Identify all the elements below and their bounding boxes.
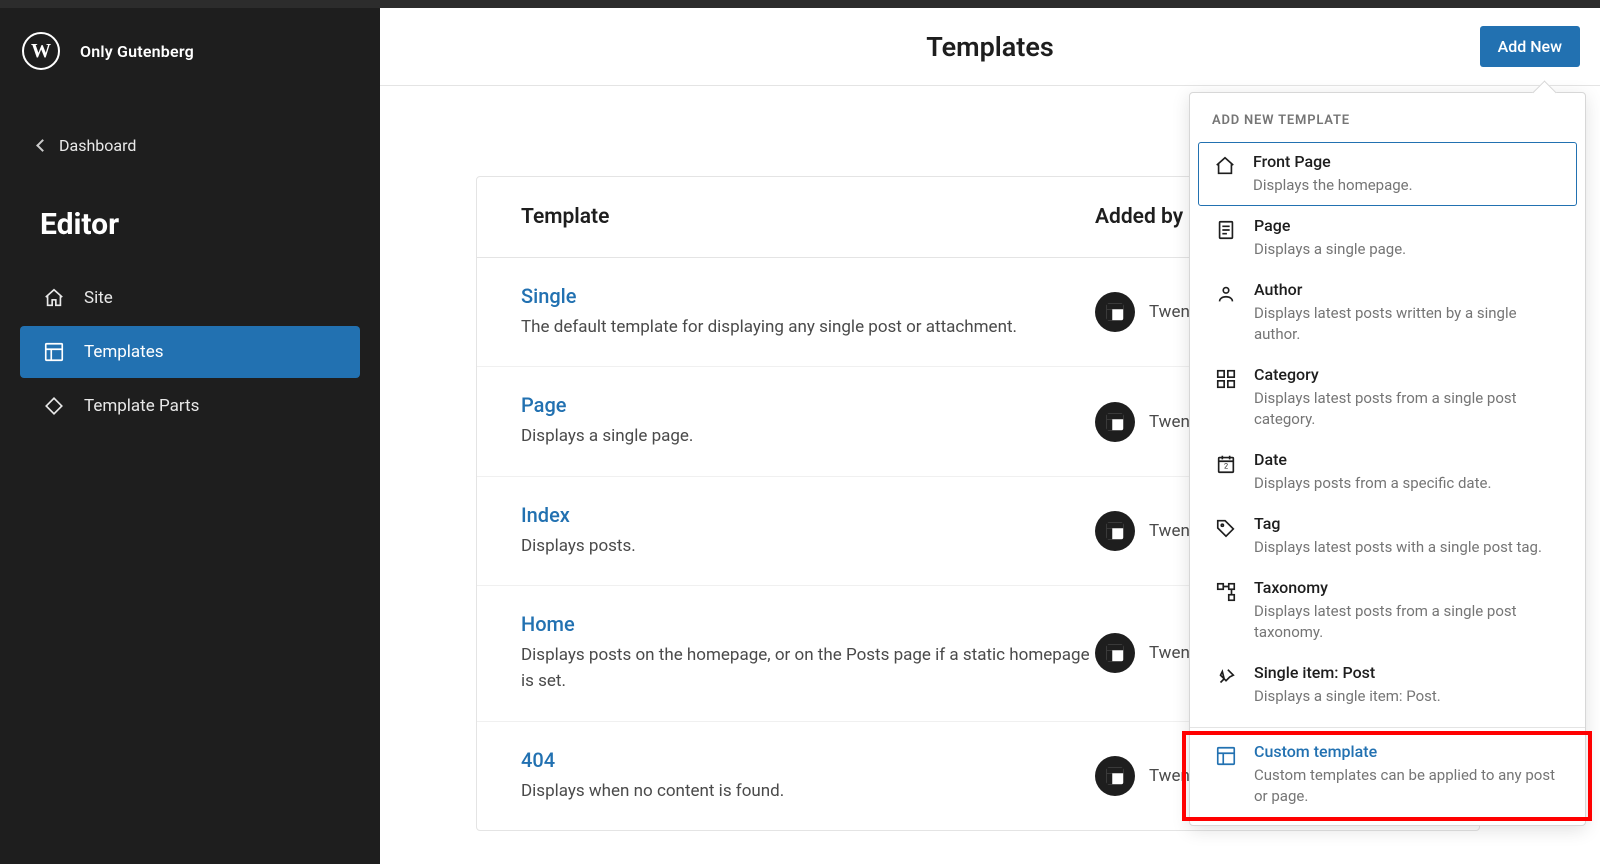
- dropdown-header: ADD NEW TEMPLATE: [1190, 103, 1585, 142]
- dropdown-item-title: Category: [1254, 365, 1561, 384]
- browser-top-bar: [0, 0, 1600, 8]
- page-header: Templates Add New: [380, 8, 1600, 86]
- dropdown-item-title: Date: [1254, 450, 1561, 469]
- dropdown-item-custom-template[interactable]: Custom template Custom templates can be …: [1198, 728, 1577, 825]
- dropdown-item-title: Author: [1254, 280, 1561, 299]
- template-description: Displays when no content is found.: [521, 778, 1095, 804]
- template-cell: Single The default template for displayi…: [521, 284, 1095, 340]
- dropdown-item-title: Taxonomy: [1254, 578, 1561, 597]
- page-icon: [1214, 218, 1238, 242]
- dropdown-item-desc: Displays latest posts from a single post…: [1254, 388, 1561, 430]
- site-brand[interactable]: W Only Gutenberg: [0, 8, 380, 94]
- template-name-link[interactable]: Home: [521, 612, 1095, 636]
- page-title: Templates: [926, 31, 1054, 63]
- dropdown-item-desc: Displays posts from a specific date.: [1254, 473, 1561, 494]
- dropdown-item-author[interactable]: Author Displays latest posts written by …: [1198, 270, 1577, 355]
- dropdown-list: Front Page Displays the homepage. Page D…: [1190, 142, 1585, 825]
- dropdown-item-desc: Displays latest posts written by a singl…: [1254, 303, 1561, 345]
- template-name-link[interactable]: Index: [521, 503, 1095, 527]
- layout-icon: [42, 340, 66, 364]
- add-new-template-dropdown: ADD NEW TEMPLATE Front Page Displays the…: [1189, 92, 1586, 826]
- template-description: Displays posts on the homepage, or on th…: [521, 642, 1095, 695]
- diamond-icon: [42, 394, 66, 418]
- theme-icon: [1095, 292, 1135, 332]
- theme-icon: [1095, 756, 1135, 796]
- chevron-left-icon: [36, 139, 49, 152]
- template-name-link[interactable]: 404: [521, 748, 1095, 772]
- template-description: Displays posts.: [521, 533, 1095, 559]
- site-title: Only Gutenberg: [80, 42, 194, 61]
- template-cell: 404 Displays when no content is found.: [521, 748, 1095, 804]
- layout-icon: [1214, 744, 1238, 768]
- dropdown-item-title: Page: [1254, 216, 1561, 235]
- template-cell: Page Displays a single page.: [521, 393, 1095, 449]
- dropdown-item-title: Tag: [1254, 514, 1561, 533]
- dropdown-item-desc: Displays a single page.: [1254, 239, 1561, 260]
- theme-icon: [1095, 511, 1135, 551]
- dropdown-item-page[interactable]: Page Displays a single page.: [1198, 206, 1577, 270]
- template-name-link[interactable]: Single: [521, 284, 1095, 308]
- category-icon: [1214, 367, 1238, 391]
- theme-icon: [1095, 402, 1135, 442]
- dropdown-item-single-post[interactable]: Single item: Post Displays a single item…: [1198, 653, 1577, 717]
- theme-icon: [1095, 633, 1135, 673]
- main-content: Templates Add New Template Added by Sing…: [380, 8, 1600, 864]
- home-icon: [1213, 154, 1237, 178]
- tag-icon: [1214, 516, 1238, 540]
- add-new-button[interactable]: Add New: [1480, 26, 1580, 67]
- nav-item-template-parts[interactable]: Template Parts: [20, 380, 360, 432]
- editor-sidebar: W Only Gutenberg Dashboard Editor Site T…: [0, 8, 380, 864]
- nav-label: Template Parts: [84, 396, 199, 416]
- nav-item-site[interactable]: Site: [20, 272, 360, 324]
- template-description: Displays a single page.: [521, 423, 1095, 449]
- dropdown-item-category[interactable]: Category Displays latest posts from a si…: [1198, 355, 1577, 440]
- dropdown-item-desc: Displays a single item: Post.: [1254, 686, 1561, 707]
- dropdown-item-title: Single item: Post: [1254, 663, 1561, 682]
- dropdown-item-title: Custom template: [1254, 742, 1561, 761]
- dropdown-item-front-page[interactable]: Front Page Displays the homepage.: [1198, 142, 1577, 206]
- calendar-icon: 2: [1214, 452, 1238, 476]
- dropdown-item-desc: Displays latest posts with a single post…: [1254, 537, 1561, 558]
- svg-text:2: 2: [1224, 462, 1228, 471]
- editor-nav: Site Templates Template Parts: [0, 272, 380, 432]
- pin-icon: [1214, 665, 1238, 689]
- author-icon: [1214, 282, 1238, 306]
- dropdown-item-taxonomy[interactable]: Taxonomy Displays latest posts from a si…: [1198, 568, 1577, 653]
- back-label: Dashboard: [59, 136, 136, 155]
- dropdown-item-date[interactable]: 2 Date Displays posts from a specific da…: [1198, 440, 1577, 504]
- column-header-template: Template: [521, 205, 1095, 229]
- wordpress-logo-icon: W: [22, 32, 60, 70]
- template-cell: Home Displays posts on the homepage, or …: [521, 612, 1095, 695]
- dropdown-item-desc: Displays latest posts from a single post…: [1254, 601, 1561, 643]
- taxonomy-icon: [1214, 580, 1238, 604]
- nav-label: Site: [84, 288, 113, 308]
- nav-item-templates[interactable]: Templates: [20, 326, 360, 378]
- template-description: The default template for displaying any …: [521, 314, 1095, 340]
- template-name-link[interactable]: Page: [521, 393, 1095, 417]
- dropdown-item-desc: Displays the homepage.: [1253, 175, 1562, 196]
- back-to-dashboard[interactable]: Dashboard: [0, 124, 380, 167]
- editor-heading: Editor: [0, 167, 380, 272]
- nav-label: Templates: [84, 342, 164, 362]
- template-cell: Index Displays posts.: [521, 503, 1095, 559]
- dropdown-item-tag[interactable]: Tag Displays latest posts with a single …: [1198, 504, 1577, 568]
- dropdown-item-title: Front Page: [1253, 152, 1562, 171]
- home-icon: [42, 286, 66, 310]
- dropdown-item-desc: Custom templates can be applied to any p…: [1254, 765, 1561, 807]
